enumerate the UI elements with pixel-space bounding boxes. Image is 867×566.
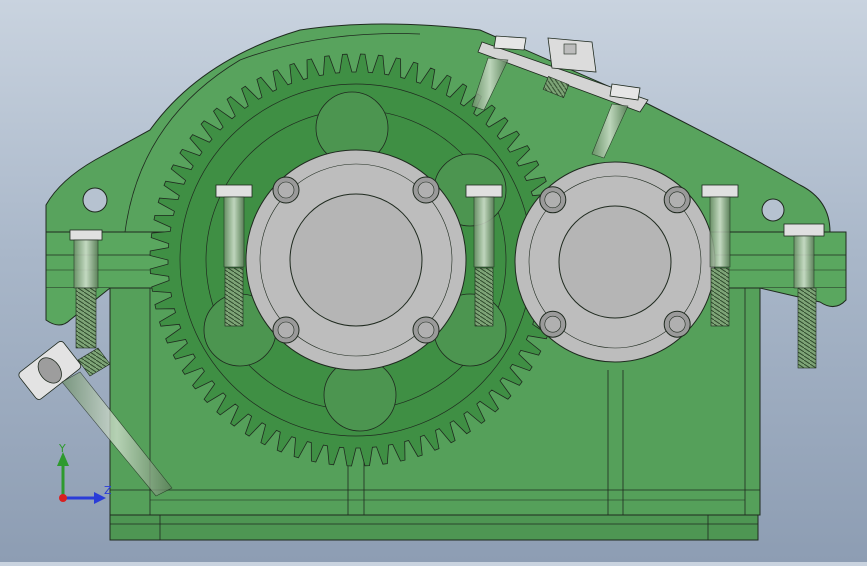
triad-z-label: Z: [104, 484, 112, 497]
triad-y-label: Y: [58, 442, 66, 455]
cad-viewport[interactable]: Y Z: [0, 0, 867, 562]
cap-bolt-socket: [544, 315, 562, 333]
view-orientation-triad[interactable]: Y Z: [57, 442, 112, 504]
cap-bolt-socket: [417, 181, 435, 199]
cap-bolt-socket: [668, 191, 686, 209]
triad-x-origin: [59, 494, 67, 502]
gearbox-assembly-drawing[interactable]: Y Z: [0, 0, 867, 562]
cap-bolt-socket: [417, 321, 435, 339]
cap-bolt-socket: [544, 191, 562, 209]
cap-bolt-socket: [277, 181, 295, 199]
base-plate: [109, 514, 759, 541]
cap-bolt-socket: [277, 321, 295, 339]
cap-bolt-socket: [668, 315, 686, 333]
